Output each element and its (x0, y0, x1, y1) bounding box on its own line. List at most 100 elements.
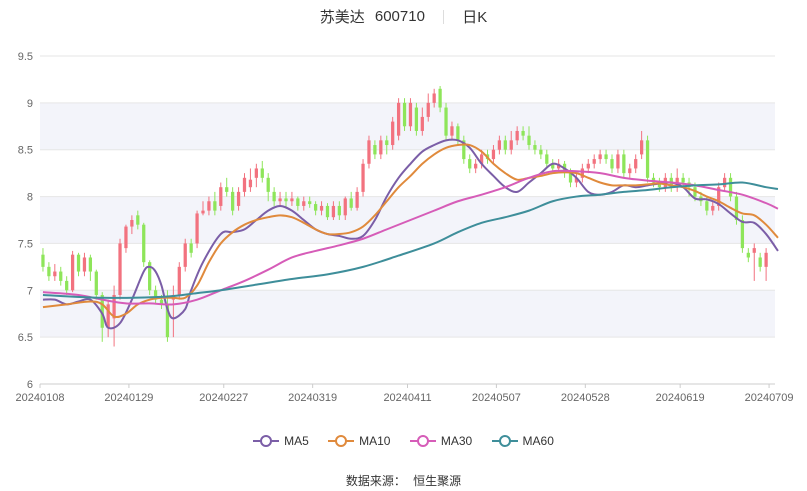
candle-body (752, 248, 756, 253)
legend-label-ma60: MA60 (522, 434, 554, 448)
candle-body (402, 102, 407, 127)
candle-body (622, 154, 626, 174)
legend-item-ma60[interactable]: MA60 (491, 434, 554, 448)
candle-body (408, 102, 413, 127)
candle-body (59, 271, 63, 281)
candle-body (183, 243, 187, 267)
candle-body (746, 252, 750, 258)
candle-body (118, 243, 122, 295)
candle-body (195, 213, 199, 244)
candle-body (764, 252, 768, 267)
candle-body (474, 163, 478, 169)
candle-body (640, 140, 644, 155)
candle-body (177, 266, 181, 295)
candle-body (260, 168, 264, 178)
candle-body (645, 140, 650, 178)
candle-body (379, 140, 383, 155)
candle-body (248, 179, 253, 188)
x-tick-label: 20240709 (745, 392, 794, 404)
candle-body (88, 257, 93, 272)
candle-body (385, 140, 389, 146)
candle-body (242, 177, 247, 192)
legend-label-ma5: MA5 (284, 434, 309, 448)
candle-body (521, 130, 525, 136)
legend-swatch-ma5 (253, 434, 280, 448)
candle-body (231, 191, 235, 211)
candle-body (302, 201, 306, 206)
source-label: 数据来源： (345, 474, 406, 488)
legend-label-ma10: MA10 (359, 434, 391, 448)
candle-body (349, 198, 353, 208)
x-tick-label: 20240619 (656, 392, 705, 404)
candle-body (497, 140, 502, 150)
candle-body (361, 163, 365, 192)
y-tick-label: 6 (27, 379, 33, 391)
candle-body (432, 93, 436, 103)
legend-item-ma10[interactable]: MA10 (328, 434, 390, 448)
candle-body (284, 198, 288, 202)
candle-body (634, 159, 638, 169)
candle-body (610, 159, 614, 169)
candle-body (426, 102, 430, 117)
candle-body (722, 177, 727, 188)
candle-body (545, 154, 549, 164)
candle-body (70, 254, 75, 291)
source-value: 恒生聚源 (413, 474, 462, 488)
candle-body (207, 201, 211, 211)
candle-body (219, 187, 223, 206)
legend-label-ma30: MA30 (440, 434, 473, 448)
candle-body (290, 198, 294, 202)
y-tick-label: 7.5 (18, 238, 33, 250)
legend-item-ma5[interactable]: MA5 (253, 434, 309, 448)
legend-swatch-ma30 (409, 434, 436, 448)
x-tick-label: 20240129 (104, 392, 153, 404)
candle-body (586, 163, 590, 169)
x-tick-label: 20240319 (288, 392, 337, 404)
y-tick-label: 6.5 (18, 332, 33, 344)
grid-band (40, 196, 775, 244)
candle-body (711, 205, 715, 211)
chart-legend: MA5 MA10 MA30 MA60 (0, 434, 807, 451)
candle-body (76, 254, 81, 272)
candle-body (414, 107, 419, 131)
candle-body (53, 271, 57, 277)
x-tick-label: 20240108 (16, 392, 65, 404)
candle-body (450, 126, 454, 136)
candle-body (130, 220, 134, 227)
candle-body (740, 220, 745, 249)
candle-body (509, 140, 513, 150)
candle-body (313, 204, 318, 211)
candle-body (266, 177, 270, 192)
candle-body (373, 145, 377, 155)
candle-body (355, 191, 359, 208)
candle-body (604, 154, 608, 160)
candle-body (616, 154, 620, 169)
candle-body (41, 254, 45, 267)
background-bands (40, 102, 775, 338)
candle-body (444, 107, 448, 136)
candle-body (82, 257, 87, 272)
y-tick-label: 8 (27, 192, 33, 204)
candle-body (94, 271, 98, 295)
candle-body (367, 140, 371, 164)
candle-body (65, 280, 69, 291)
y-tick-label: 7 (27, 285, 33, 297)
data-source: 数据来源： 恒生聚源 (0, 472, 807, 489)
candle-body (47, 266, 51, 277)
candle-body (213, 201, 217, 211)
candle-body (758, 257, 762, 267)
candle-body (628, 168, 632, 174)
candle-body (391, 121, 395, 146)
candle-body (296, 198, 300, 206)
grid-band (40, 102, 775, 150)
candle-body (533, 145, 537, 150)
candle-body (201, 210, 205, 214)
candle-body (225, 187, 229, 192)
y-tick-label: 8.5 (18, 145, 33, 157)
legend-item-ma30[interactable]: MA30 (409, 434, 473, 448)
candle-body (136, 215, 140, 225)
kline-chart: 6 6.5 7 7.5 8 8.5 9 9.5 20240108 20240129 20240227… (16, 51, 794, 404)
candle-body (189, 243, 193, 253)
legend-swatch-ma10 (328, 434, 355, 448)
candle-body (343, 198, 347, 216)
